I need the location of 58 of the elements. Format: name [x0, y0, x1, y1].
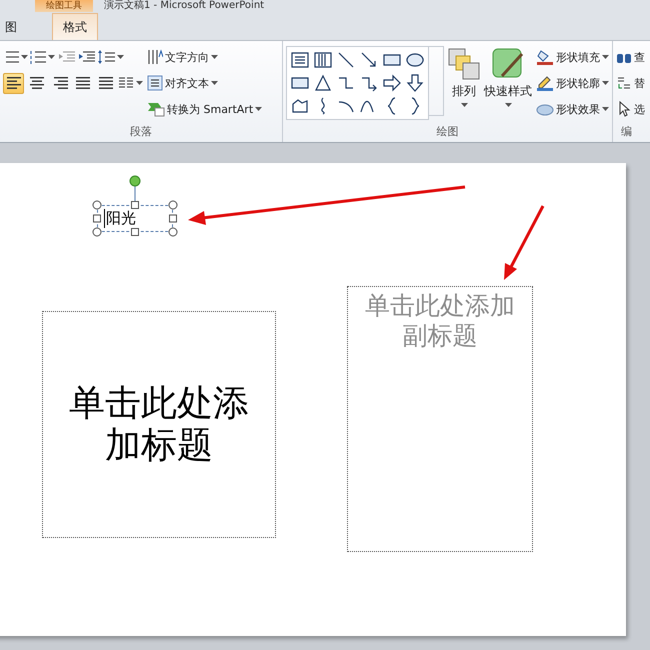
shape-command[interactable]: 形状效果 [536, 98, 609, 120]
context-tab-label: 绘图工具 [35, 0, 93, 12]
group-label: 绘图 [436, 124, 460, 140]
group-label: 段落 [129, 124, 153, 140]
edit-command[interactable]: 选 [616, 98, 645, 120]
title-placeholder[interactable]: 单击此处添加标题 [42, 311, 276, 538]
align-lines-icon [6, 76, 22, 90]
arrange-button[interactable]: 排列 [448, 46, 480, 124]
caret-icon [255, 107, 262, 111]
numbering-icon[interactable] [30, 50, 46, 64]
shape-icon[interactable] [405, 73, 425, 93]
ribbon-tab[interactable]: 格式 [52, 13, 98, 40]
shape-icon[interactable] [382, 73, 402, 93]
align-lines-icon [98, 76, 114, 90]
smartart-icon [147, 101, 165, 117]
paint-bucket-icon [536, 49, 554, 65]
replace-icon [616, 75, 632, 91]
caret-icon [460, 103, 468, 107]
text-direction-icon [147, 49, 163, 65]
title-placeholder-text: 单击此处添加标题 [68, 382, 250, 466]
increase-indent-icon[interactable] [77, 50, 95, 64]
edit-command[interactable]: 查 [616, 46, 645, 68]
quick-styles-icon [492, 48, 524, 80]
selection-handles[interactable] [90, 175, 180, 238]
align-lines-icon [52, 76, 68, 90]
caret-icon [602, 107, 609, 111]
align-lines-icon [74, 76, 90, 90]
shape-command[interactable]: 形状轮廓 [536, 72, 609, 94]
caret-icon [602, 55, 609, 59]
caret-icon [136, 81, 143, 85]
shape-icon[interactable] [313, 50, 333, 70]
shape-command[interactable]: 形状填充 [536, 46, 609, 68]
align-button[interactable] [3, 72, 24, 94]
bullets-icon[interactable] [3, 50, 19, 64]
pencil-icon [536, 75, 554, 91]
shapes-gallery[interactable] [286, 46, 429, 120]
ribbon-tab[interactable]: 图 [0, 13, 28, 40]
shape-icon[interactable] [290, 50, 310, 70]
text-command[interactable]: 文字方向 [147, 46, 262, 68]
arrange-icon [448, 48, 480, 80]
caret-icon [602, 81, 609, 85]
shape-icon[interactable] [336, 50, 356, 70]
caret-icon [117, 55, 124, 59]
shape-icon[interactable] [313, 73, 333, 93]
text-command[interactable]: 对齐文本 [147, 72, 262, 94]
group-label: 编 [620, 124, 633, 140]
columns-icon[interactable] [118, 76, 134, 90]
text-command[interactable]: 转换为 SmartArt [147, 98, 262, 120]
caret-icon [211, 81, 218, 85]
align-lines-icon [28, 76, 44, 90]
caret-icon [211, 55, 218, 59]
quick-styles-button[interactable]: 快速样式 [484, 46, 532, 124]
align-text-icon [147, 75, 163, 91]
edit-command[interactable]: 替 [616, 72, 645, 94]
caret-icon [48, 55, 55, 59]
caret-icon [21, 55, 28, 59]
caret-icon [504, 103, 512, 107]
line-spacing-icon[interactable] [97, 49, 115, 65]
